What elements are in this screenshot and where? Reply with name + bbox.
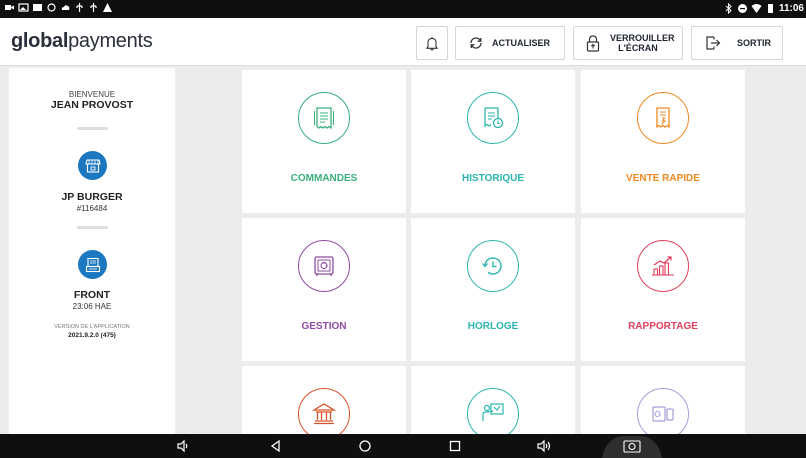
store-avatar (78, 151, 107, 180)
app-version-value: 2021.9.2.0 (475) (68, 332, 116, 339)
tile-label: HORLOGE (467, 321, 519, 332)
system-status-icons: 11:06 (723, 2, 804, 15)
cloud-notification-icon (61, 5, 70, 10)
tile-rapportage[interactable]: RAPPORTAGE (581, 218, 745, 361)
store-id: #116484 (76, 204, 108, 213)
refresh-label: ACTUALISER (492, 38, 550, 48)
tile-label: COMMANDES (290, 173, 358, 184)
terminal-time: 23:06 HAE (72, 302, 112, 311)
sync-notification-icon (47, 3, 56, 12)
tile-label: VENTE RAPIDE (626, 173, 700, 184)
status-time: 11:06 (778, 3, 804, 14)
image-notification-icon (18, 3, 29, 12)
divider (77, 127, 108, 130)
divider (77, 226, 108, 229)
devices-icon (637, 388, 689, 434)
orders-receipt-icon (298, 92, 350, 144)
tile-historique[interactable]: HISTORIQUE (411, 70, 575, 213)
notification-icons (4, 2, 113, 13)
store-icon (84, 158, 101, 173)
video-notification-icon (5, 5, 14, 10)
refresh-button[interactable]: ACTUALISER (455, 26, 565, 60)
do-not-disturb-icon (737, 4, 747, 13)
tile-label: GESTION (301, 321, 347, 332)
gallery-notification-icon (33, 4, 42, 11)
tile-devices[interactable] (581, 366, 745, 434)
app-header: globalpayments ACTUALISER VERROUILLER L'… (0, 18, 806, 66)
tile-horloge[interactable]: HORLOGE (411, 218, 575, 361)
battery-icon (767, 4, 773, 13)
history-receipt-icon (467, 92, 519, 144)
recent-apps-icon[interactable] (447, 438, 463, 454)
exit-label: SORTIR (737, 38, 772, 48)
volume-up-icon[interactable] (536, 438, 552, 454)
refresh-icon (470, 37, 482, 49)
usb-notification-icon-2 (90, 3, 97, 12)
welcome-text: BIENVENUE (68, 90, 116, 99)
logout-icon (706, 36, 721, 50)
user-info-panel: BIENVENUE JEAN PROVOST JP BURGER #116484… (9, 68, 175, 434)
store-name: JP BURGER (61, 191, 123, 203)
terminal-name: FRONT (73, 289, 111, 301)
home-icon[interactable] (357, 438, 373, 454)
terminal-icon (85, 257, 100, 272)
tile-training[interactable] (411, 366, 575, 434)
tile-vente-rapide[interactable]: VENTE RAPIDE (581, 70, 745, 213)
training-icon (467, 388, 519, 434)
tile-commandes[interactable]: COMMANDES (242, 70, 406, 213)
bluetooth-icon (725, 3, 732, 14)
tile-bank[interactable] (242, 366, 406, 434)
user-name: JEAN PROVOST (50, 99, 134, 111)
quick-sale-icon (637, 92, 689, 144)
reporting-chart-icon (637, 240, 689, 292)
tile-gestion[interactable]: GESTION (242, 218, 406, 361)
lock-icon (586, 34, 600, 52)
bell-icon (426, 36, 438, 51)
management-safe-icon (298, 240, 350, 292)
android-status-bar: 11:06 (0, 0, 806, 18)
back-icon[interactable] (268, 438, 284, 454)
globalpayments-logo: globalpayments (11, 30, 153, 52)
tile-label: RAPPORTAGE (628, 321, 698, 332)
clock-icon (467, 240, 519, 292)
wifi-icon (751, 4, 762, 13)
app-version-label: VERSION DE L'APPLICATION (54, 324, 130, 330)
bank-icon (298, 388, 350, 434)
screenshot-button[interactable] (602, 434, 662, 458)
warning-notification-icon (103, 3, 112, 12)
tile-label: HISTORIQUE (461, 173, 525, 184)
exit-button[interactable]: SORTIR (691, 26, 783, 60)
lock-screen-button[interactable]: VERROUILLER L'ÉCRAN (573, 26, 683, 60)
terminal-avatar (78, 250, 107, 279)
android-navigation-bar (0, 434, 806, 458)
usb-notification-icon (76, 3, 83, 12)
notifications-button[interactable] (416, 26, 448, 60)
lock-label: VERROUILLER L'ÉCRAN (610, 33, 675, 53)
volume-down-icon[interactable] (175, 438, 191, 454)
